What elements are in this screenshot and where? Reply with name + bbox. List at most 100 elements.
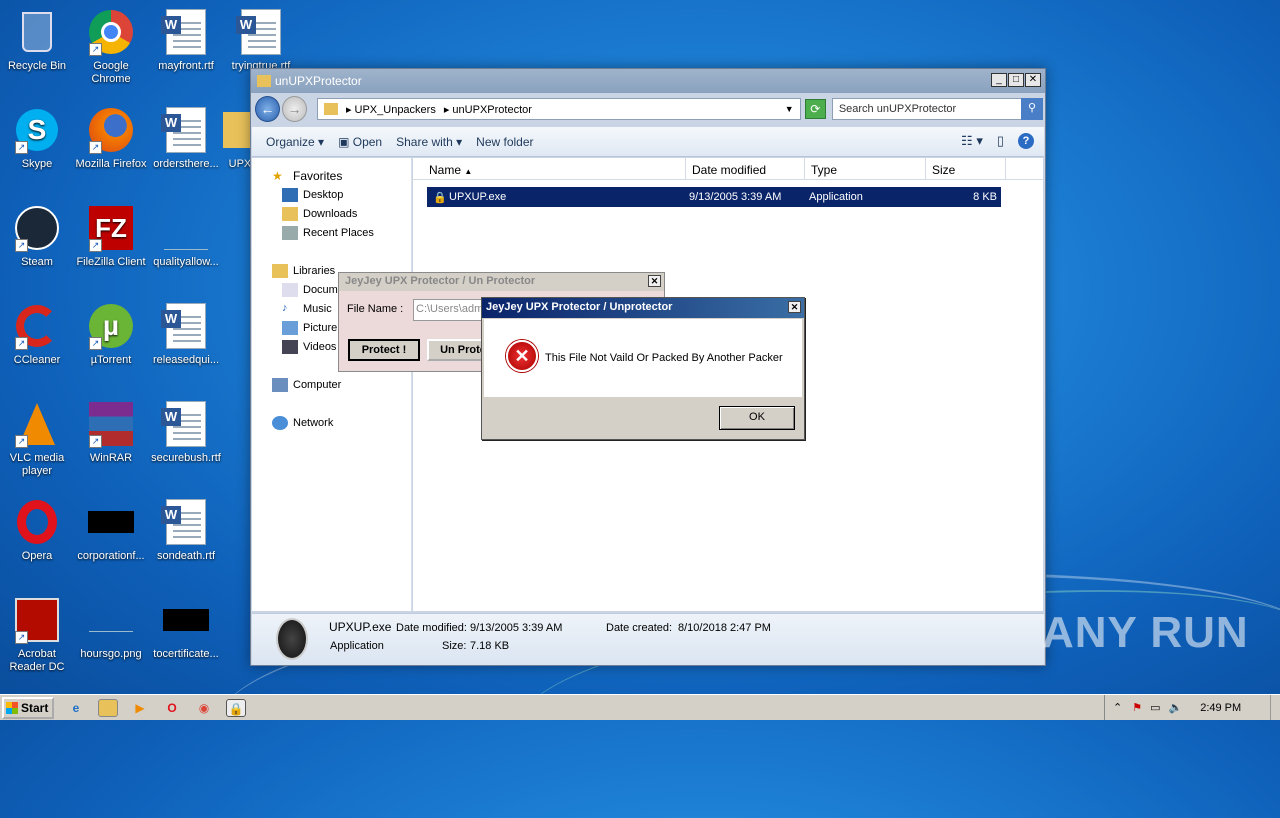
show-desktop-button[interactable] [1270,695,1280,720]
desktop-icon-firefox[interactable]: ↗ Mozilla Firefox [74,106,148,171]
breadcrumb-item[interactable]: ▸ UPX_Unpackers [346,103,436,116]
column-name[interactable]: Name ▲ [413,158,686,179]
desktop-icon-label: Recycle Bin [7,60,67,72]
desktop-icon-filezilla[interactable]: FZ ↗ FileZilla Client [74,204,148,269]
minimize-button[interactable]: _ [991,73,1007,87]
organize-button[interactable]: Organize ▾ [266,135,324,149]
desktop-icon-label: FileZilla Client [76,256,146,268]
open-button[interactable]: ▣ Open [338,135,382,149]
ie-icon[interactable]: e [66,699,86,717]
start-button[interactable]: Start [2,696,54,719]
nav-favorites[interactable]: ★ Favorites [272,169,342,183]
explorer-titlebar[interactable]: unUPXProtector _ □ ✕ [251,69,1045,93]
ccleaner-icon: ↗ [13,302,61,350]
new-folder-button[interactable]: New folder [476,135,533,149]
close-button[interactable]: ✕ [1025,73,1041,87]
nav-network[interactable]: Network [272,416,333,430]
back-button[interactable]: ← [255,96,280,122]
refresh-button[interactable]: ⟳ [804,99,826,119]
desktop-icon-winrar[interactable]: ↗ WinRAR [74,400,148,465]
desktop-icon-vlc[interactable]: ↗ VLC media player [0,400,74,478]
desktop-icon-tocertificate[interactable]: tocertificate... [149,596,223,661]
file-type: Application [809,191,863,203]
nav-music[interactable]: ♪ Music [282,302,332,316]
details-pane: UPXUP.exe Date modified: 9/13/2005 3:39 … [252,613,1044,665]
maximize-button[interactable]: □ [1008,73,1024,87]
protector-titlebar[interactable]: JeyJey UPX Protector / Un Protector ✕ [339,273,664,291]
details-modified-value: 9/13/2005 3:39 AM [470,622,563,634]
show-hidden-icons[interactable]: ⌃ [1113,701,1122,714]
file-row[interactable]: 🔒 UPXUP.exe 9/13/2005 3:39 AM Applicatio… [427,187,1001,207]
volume-icon[interactable]: 🔈 [1169,701,1183,714]
nav-videos[interactable]: Videos [282,340,336,354]
share-with-button[interactable]: Share with ▾ [396,135,462,149]
file-name-value: C:\Users\adm [416,303,484,315]
nav-downloads[interactable]: Downloads [282,207,357,221]
desktop-icon-steam[interactable]: ↗ Steam [0,204,74,269]
desktop-icon-corporation[interactable]: corporationf... [74,498,148,563]
desktop-icon-sondeath[interactable]: W sondeath.rtf [149,498,223,563]
media-player-icon[interactable]: ▶ [130,699,150,717]
desktop-icon-utorrent[interactable]: µ ↗ µTorrent [74,302,148,367]
help-icon[interactable]: ? [1018,133,1034,149]
protector-title: JeyJey UPX Protector / Un Protector [345,275,536,287]
nav-documents[interactable]: Docum [282,283,338,297]
desktop-icon-recycle-bin[interactable]: Recycle Bin [0,8,74,73]
word-document-icon: W [161,302,210,350]
navigation-pane: ★ Favorites Desktop Downloads Recent Plac… [252,158,412,611]
nav-computer[interactable]: Computer [272,378,341,392]
desktop-icon-label: Google Chrome [91,60,131,85]
steam-icon: ↗ [13,204,61,252]
desktop-icon [282,188,298,202]
desktop-icon-label: Steam [21,256,53,268]
opera-taskbar-icon[interactable]: O [162,699,182,717]
error-dialog[interactable]: JeyJey UPX Protector / Unprotector ✕ ✕ T… [481,297,805,440]
image-file-icon [87,596,135,644]
chrome-taskbar-icon[interactable]: ◉ [194,699,214,717]
desktop-icon-securebush[interactable]: W securebush.rtf [149,400,223,465]
music-icon: ♪ [282,302,288,314]
lock-app-taskbar-icon[interactable]: 🔒 [226,698,246,717]
word-document-icon: W [161,8,210,56]
clock[interactable]: 2:49 PM [1200,702,1241,714]
desktop-icon-qualityallow[interactable]: qualityallow... [149,204,223,269]
action-center-icon[interactable]: ⚑ [1132,701,1142,714]
desktop-icon-chrome[interactable]: ↗ Google Chrome [74,8,148,86]
folder-icon [323,103,338,115]
desktop-icon-label: securebush.rtf [151,452,221,464]
breadcrumb[interactable]: ▸ UPX_Unpackers ▸ unUPXProtector ▼ [316,98,801,120]
desktop-icon-ccleaner[interactable]: ↗ CCleaner [0,302,74,367]
column-date-modified[interactable]: Date modified [686,158,805,179]
column-size[interactable]: Size [926,158,1006,179]
ok-button[interactable]: OK [719,406,795,430]
word-document-icon: W [161,400,210,448]
protect-button[interactable]: Protect ! [348,339,420,361]
desktop-icon-acrobat[interactable]: ↗ Acrobat Reader DC [0,596,74,674]
breadcrumb-item[interactable]: ▸ unUPXProtector [444,103,532,116]
nav-libraries[interactable]: Libraries [272,264,335,278]
search-input[interactable]: Search unUPXProtector ⚲ [831,98,1043,120]
desktop-icon-releasedqui[interactable]: W releasedqui... [149,302,223,367]
close-button[interactable]: ✕ [788,301,801,313]
error-dialog-titlebar[interactable]: JeyJey UPX Protector / Unprotector ✕ [482,298,804,318]
desktop-icon-tryingtrue[interactable]: W tryingtrue.rtf [224,8,298,73]
desktop-icon-hoursgo[interactable]: hoursgo.png [74,596,148,661]
search-icon[interactable]: ⚲ [1021,98,1043,120]
desktop-icon-opera[interactable]: Opera [0,498,74,563]
view-options-icon[interactable]: ☷ ▾ [961,133,983,149]
column-headers: Name ▲ Date modified Type Size [413,158,1043,180]
preview-pane-icon[interactable]: ▯ [997,133,1004,149]
network-tray-icon[interactable]: ▭ [1150,701,1160,714]
desktop-icon-skype[interactable]: S ↗ Skype [0,106,74,171]
column-type[interactable]: Type [805,158,926,179]
explorer-taskbar-icon[interactable] [98,698,118,717]
nav-recent-places[interactable]: Recent Places [282,226,374,240]
forward-button[interactable]: → [281,96,307,122]
desktop-icon-mayfront[interactable]: W mayfront.rtf [149,8,223,73]
desktop-icon-label: Acrobat Reader DC [9,648,65,673]
nav-desktop[interactable]: Desktop [282,188,343,202]
close-button[interactable]: ✕ [648,275,661,287]
chevron-down-icon[interactable]: ▼ [785,104,794,114]
nav-pictures[interactable]: Picture [282,321,337,335]
network-icon [272,416,288,430]
